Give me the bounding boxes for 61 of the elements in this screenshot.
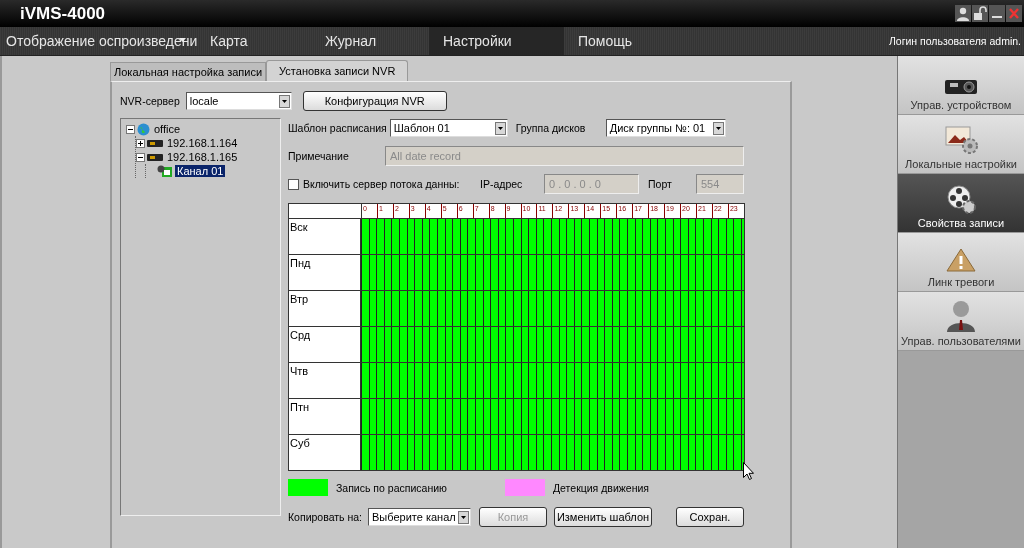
- field-label: Шаблон расписания: [288, 122, 387, 134]
- person-icon: [944, 298, 978, 332]
- lock-icon[interactable]: [972, 5, 988, 22]
- disk-group-dropdown[interactable]: Диск группы №: 01: [605, 119, 726, 137]
- schedule-bar[interactable]: [361, 327, 744, 362]
- action-button[interactable]: Изменить шаблон: [554, 507, 652, 527]
- recorder-icon: [147, 138, 163, 148]
- film-reel-icon: [946, 184, 976, 214]
- field-label: Группа дисков: [515, 122, 587, 134]
- menu-item[interactable]: Помощь: [564, 27, 672, 55]
- menu-item[interactable]: Отображение оспроизведени: [0, 27, 196, 55]
- legend-label: Запись по расписанию: [336, 481, 448, 494]
- field-label: Примечание: [288, 150, 350, 162]
- checkbox-label: Включить сервер потока данны:: [303, 178, 461, 190]
- server-dropdown[interactable]: locale: [185, 92, 292, 110]
- sidebar-item[interactable]: Управ. пользователями: [898, 292, 1024, 351]
- tree-item[interactable]: 192.168.1.164: [165, 137, 240, 149]
- template-dropdown[interactable]: Шаблон 01: [389, 119, 508, 137]
- user-icon[interactable]: [955, 5, 971, 22]
- globe-icon: [137, 122, 150, 136]
- schedule-bar[interactable]: [361, 255, 744, 290]
- menu-item[interactable]: Журнал: [311, 27, 429, 55]
- collapse-icon[interactable]: [126, 124, 135, 134]
- tab[interactable]: Локальная настройка записи: [110, 62, 267, 81]
- minimize-icon[interactable]: [989, 5, 1005, 22]
- sidebar-item[interactable]: Локальные настройки: [898, 115, 1024, 174]
- checkbox[interactable]: [288, 178, 299, 190]
- caret-icon: [712, 121, 724, 135]
- schedule-bar[interactable]: [361, 219, 744, 254]
- login-status: Логин пользователя admin.: [888, 34, 1022, 49]
- tree-item[interactable]: Канал 01: [175, 165, 226, 177]
- sidebar-item[interactable]: Свойства записи: [898, 174, 1024, 233]
- expand-icon[interactable]: [136, 138, 145, 148]
- schedule-bar[interactable]: [361, 435, 744, 470]
- caret-icon: [458, 510, 469, 524]
- menu-item[interactable]: Настройки: [429, 27, 564, 55]
- tree-item[interactable]: office: [152, 123, 183, 135]
- schedule-bar[interactable]: [361, 363, 744, 398]
- channel-dropdown[interactable]: Выберите канал: [368, 508, 471, 526]
- tab[interactable]: Установка записи NVR: [266, 60, 409, 81]
- field-label: IP-адрес: [480, 178, 524, 190]
- caret-icon: [278, 94, 290, 108]
- legend-label: Детекция движения: [553, 481, 649, 494]
- camera-icon: [157, 164, 173, 178]
- action-button[interactable]: Сохран.: [676, 507, 744, 527]
- collapse-icon[interactable]: [136, 152, 145, 162]
- sidebar-item[interactable]: Управ. устройством: [898, 56, 1024, 115]
- config-button[interactable]: Конфигурация NVR: [302, 91, 447, 111]
- warning-icon: [946, 247, 976, 273]
- sidebar-item[interactable]: Линк тревоги: [898, 233, 1024, 292]
- app-title: iVMS-4000: [20, 3, 106, 24]
- field-label: Копировать на:: [288, 511, 363, 523]
- schedule-bar[interactable]: [361, 291, 744, 326]
- caret-icon: [494, 121, 506, 135]
- recorder-icon: [147, 152, 163, 162]
- schedule-bar[interactable]: [361, 399, 744, 434]
- photo-gear-icon: [944, 125, 978, 155]
- menu-item[interactable]: Карта: [196, 27, 311, 55]
- field-label: Порт: [648, 178, 673, 190]
- tree-item[interactable]: 192.168.1.165: [165, 151, 240, 163]
- field-label: NVR-сервер: [120, 95, 180, 107]
